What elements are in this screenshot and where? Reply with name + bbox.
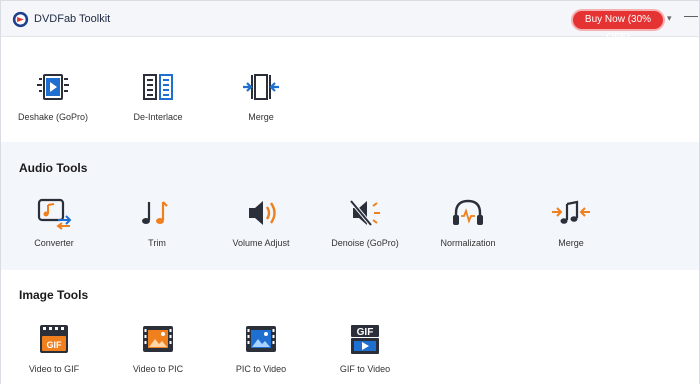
tool-label: Normalization bbox=[440, 238, 496, 248]
section-title: Image Tools bbox=[19, 288, 89, 302]
tool-label: Trim bbox=[148, 238, 166, 248]
tool-denoise[interactable]: Denoise (GoPro) bbox=[315, 196, 415, 248]
denoise-icon bbox=[349, 199, 380, 227]
tool-label: PIC to Video bbox=[235, 364, 287, 374]
tool-label: Volume Adjust bbox=[232, 238, 290, 248]
tool-label: Converter bbox=[34, 238, 74, 248]
video-merge-icon bbox=[243, 74, 279, 100]
app-title: DVDFab Toolkit bbox=[34, 13, 111, 25]
tool-label: Merge bbox=[248, 112, 274, 122]
tool-audio-merge[interactable]: Merge bbox=[521, 196, 621, 248]
audio-trim-icon bbox=[142, 201, 168, 224]
audio-merge-icon bbox=[552, 200, 590, 224]
tool-gif-to-video[interactable]: GIF GIF to Video bbox=[315, 322, 415, 374]
tool-label: GIF to Video bbox=[339, 364, 391, 374]
tool-label: Denoise (GoPro) bbox=[331, 238, 399, 248]
video-to-pic-icon bbox=[143, 326, 173, 352]
video-tools-section: Deshake (GoPro) De-Interlace Merge bbox=[1, 38, 699, 142]
gif-to-video-icon: GIF bbox=[351, 325, 379, 354]
tool-label: Video to PIC bbox=[132, 364, 184, 374]
pic-to-video-icon bbox=[246, 326, 276, 352]
tool-deinterlace[interactable]: De-Interlace bbox=[108, 70, 208, 122]
tool-video-merge[interactable]: Merge bbox=[211, 70, 311, 122]
audio-tools-section: Audio Tools Converter Trim Volume Adjust bbox=[1, 142, 699, 270]
tool-volume-adjust[interactable]: Volume Adjust bbox=[211, 196, 311, 248]
gif-badge: GIF bbox=[47, 340, 63, 350]
deinterlace-icon bbox=[143, 74, 173, 100]
tool-label: De-Interlace bbox=[133, 112, 183, 122]
tool-audio-trim[interactable]: Trim bbox=[107, 196, 207, 248]
title-bar: DVDFab Toolkit Buy Now (30% OFF) ▾ — bbox=[1, 1, 699, 43]
tool-label: Video to GIF bbox=[28, 364, 80, 374]
dvdfab-logo-icon bbox=[12, 11, 29, 28]
tool-label: Deshake (GoPro) bbox=[17, 112, 89, 122]
tool-video-to-gif[interactable]: GIF Video to GIF bbox=[4, 322, 104, 374]
section-title: Audio Tools bbox=[19, 161, 88, 175]
tool-audio-converter[interactable]: Converter bbox=[4, 196, 104, 248]
tool-normalization[interactable]: Normalization bbox=[418, 196, 518, 248]
chevron-down-icon[interactable]: ▾ bbox=[667, 13, 672, 24]
tool-pic-to-video[interactable]: PIC to Video bbox=[211, 322, 311, 374]
tool-deshake[interactable]: Deshake (GoPro) bbox=[3, 70, 103, 122]
buy-now-button[interactable]: Buy Now (30% OFF) bbox=[573, 11, 663, 43]
gif-badge: GIF bbox=[357, 327, 374, 338]
headphones-icon bbox=[453, 199, 483, 225]
audio-converter-icon bbox=[37, 198, 72, 230]
volume-icon bbox=[249, 201, 276, 225]
minimize-button[interactable]: — bbox=[684, 7, 698, 23]
image-tools-section: Image Tools GIF Video to GIF Video to PI… bbox=[1, 270, 699, 384]
tool-video-to-pic[interactable]: Video to PIC bbox=[108, 322, 208, 374]
video-to-gif-icon: GIF bbox=[40, 325, 68, 353]
tool-label: Merge bbox=[558, 238, 584, 248]
deshake-icon bbox=[37, 74, 69, 100]
